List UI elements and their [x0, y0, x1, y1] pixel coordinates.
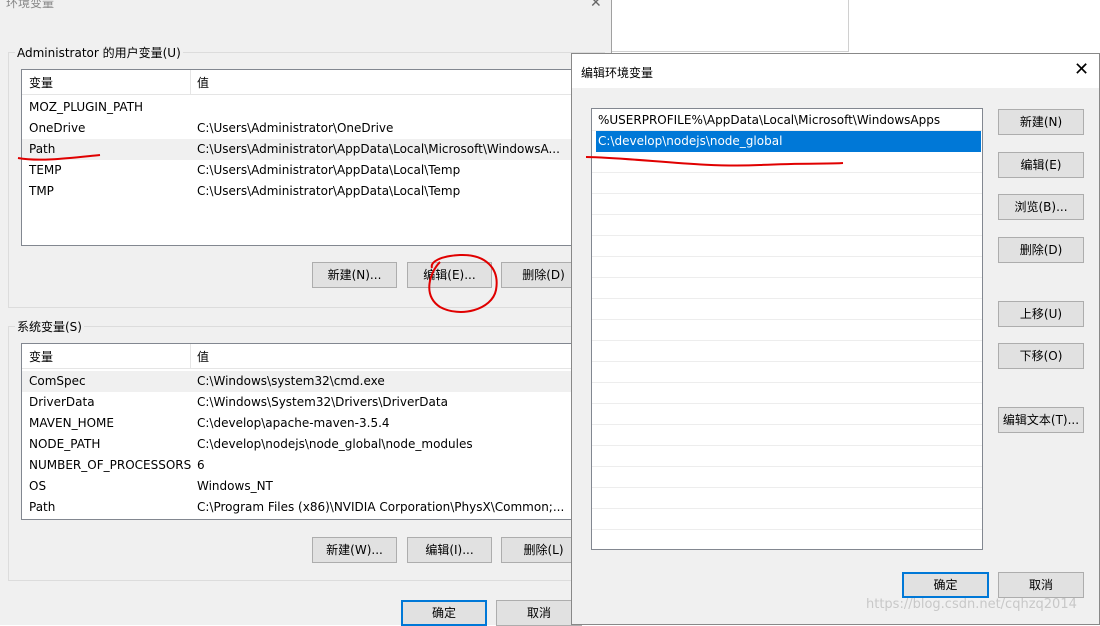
close-icon[interactable]: ✕ — [1074, 59, 1089, 80]
list-item-empty[interactable] — [592, 425, 982, 446]
cancel-button[interactable]: 取消 — [496, 600, 582, 626]
table-row[interactable]: OneDrive C:\Users\Administrator\OneDrive — [22, 118, 600, 139]
variable-name: MOZ_PLUGIN_PATH — [29, 100, 144, 114]
close-icon[interactable]: ✕ — [590, 0, 602, 11]
variable-value: C:\Windows\system32\cmd.exe — [197, 374, 385, 388]
variable-name: TMP — [29, 184, 54, 198]
dialog-title: 编辑环境变量 — [581, 66, 654, 80]
cancel-button[interactable]: 取消 — [998, 572, 1084, 598]
variable-name: MAVEN_HOME — [29, 416, 114, 430]
list-item-empty[interactable] — [592, 383, 982, 404]
new-button[interactable]: 新建(N) — [998, 109, 1084, 135]
column-header-value[interactable]: 值 — [197, 74, 209, 91]
system-new-button[interactable]: 新建(W)... — [312, 537, 397, 563]
table-row[interactable]: MOZ_PLUGIN_PATH — [22, 97, 600, 118]
column-header-variable[interactable]: 变量 — [29, 74, 53, 91]
list-item-selected[interactable]: C:\develop\nodejs\node_global — [596, 131, 981, 152]
variable-name: Path — [29, 142, 56, 156]
list-item-empty[interactable] — [592, 173, 982, 194]
variable-name: OneDrive — [29, 121, 86, 135]
table-row[interactable]: MAVEN_HOME C:\develop\apache-maven-3.5.4 — [22, 413, 600, 434]
list-item-empty[interactable] — [592, 341, 982, 362]
list-item-empty[interactable] — [592, 446, 982, 467]
table-row[interactable]: TEMP C:\Users\Administrator\AppData\Loca… — [22, 160, 600, 181]
table-row[interactable]: NUMBER_OF_PROCESSORS 6 — [22, 455, 600, 476]
variable-name: NODE_PATH — [29, 437, 101, 451]
column-divider[interactable] — [190, 344, 191, 368]
variable-name: NUMBER_OF_PROCESSORS — [29, 458, 192, 472]
delete-button[interactable]: 删除(D) — [998, 237, 1084, 263]
column-header-variable[interactable]: 变量 — [29, 348, 53, 365]
edit-text-button[interactable]: 编辑文本(T)... — [998, 407, 1084, 433]
watermark: https://blog.csdn.net/cqhzq2014 — [866, 597, 1077, 612]
list-item-empty[interactable] — [592, 194, 982, 215]
list-item-empty[interactable] — [592, 488, 982, 509]
ok-button[interactable]: 确定 — [401, 600, 487, 626]
table-row[interactable]: Path C:\Program Files (x86)\NVIDIA Corpo… — [22, 497, 600, 518]
column-header-value[interactable]: 值 — [197, 348, 209, 365]
background-divider — [848, 0, 849, 52]
column-divider[interactable] — [190, 70, 191, 94]
user-variables-list[interactable]: 变量 值 MOZ_PLUGIN_PATH OneDrive C:\Users\A… — [21, 69, 601, 246]
variable-name: TEMP — [29, 163, 62, 177]
variable-value: C:\Windows\System32\Drivers\DriverData — [197, 395, 448, 409]
list-header: 变量 值 — [22, 344, 600, 369]
system-edit-button[interactable]: 编辑(I)... — [407, 537, 492, 563]
background-divider — [612, 51, 849, 52]
list-item[interactable]: %USERPROFILE%\AppData\Local\Microsoft\Wi… — [592, 110, 982, 131]
edit-button[interactable]: 编辑(E) — [998, 152, 1084, 178]
variable-name: ComSpec — [29, 374, 86, 388]
variable-value: C:\Users\Administrator\AppData\Local\Tem… — [197, 163, 461, 177]
browse-button[interactable]: 浏览(B)... — [998, 194, 1084, 220]
dialog-titlebar[interactable]: 编辑环境变量 ✕ — [572, 54, 1099, 88]
variable-value: C:\Users\Administrator\AppData\Local\Tem… — [197, 184, 461, 198]
list-item-empty[interactable] — [592, 509, 982, 530]
table-row[interactable]: DriverData C:\Windows\System32\Drivers\D… — [22, 392, 600, 413]
user-variables-label: Administrator 的用户变量(U) — [15, 44, 183, 61]
variable-name: OS — [29, 479, 47, 493]
table-row-selected[interactable]: ComSpec C:\Windows\system32\cmd.exe — [22, 371, 600, 392]
move-up-button[interactable]: 上移(U) — [998, 301, 1084, 327]
list-item-empty[interactable] — [592, 299, 982, 320]
list-item-empty[interactable] — [592, 278, 982, 299]
list-item-empty[interactable] — [592, 236, 982, 257]
list-item-empty[interactable] — [592, 152, 982, 173]
path-entry: %USERPROFILE%\AppData\Local\Microsoft\Wi… — [598, 113, 941, 127]
table-row[interactable]: NODE_PATH C:\develop\nodejs\node_global\… — [22, 434, 600, 455]
variable-name: Path — [29, 500, 56, 514]
list-item-empty[interactable] — [592, 320, 982, 341]
variable-value: 6 — [197, 458, 205, 472]
variable-value: C:\Program Files (x86)\NVIDIA Corporatio… — [197, 500, 565, 514]
list-item-empty[interactable] — [592, 404, 982, 425]
table-row[interactable]: OS Windows_NT — [22, 476, 600, 497]
table-row-selected[interactable]: Path C:\Users\Administrator\AppData\Loca… — [22, 139, 600, 160]
system-variables-label: 系统变量(S) — [15, 318, 84, 335]
list-item-empty[interactable] — [592, 215, 982, 236]
list-item-empty[interactable] — [592, 467, 982, 488]
window-title: 环境变量 — [6, 0, 55, 10]
move-down-button[interactable]: 下移(O) — [998, 343, 1084, 369]
variable-value: C:\Users\Administrator\AppData\Local\Mic… — [197, 142, 560, 156]
table-row[interactable]: TMP C:\Users\Administrator\AppData\Local… — [22, 181, 600, 202]
list-header: 变量 值 — [22, 70, 600, 95]
system-variables-list[interactable]: 变量 值 ComSpec C:\Windows\system32\cmd.exe… — [21, 343, 601, 520]
list-item-empty[interactable] — [592, 362, 982, 383]
env-variables-window: 环境变量 ✕ Administrator 的用户变量(U) 变量 值 MOZ_P… — [0, 0, 612, 626]
ok-button[interactable]: 确定 — [902, 572, 989, 598]
path-entries-list[interactable]: %USERPROFILE%\AppData\Local\Microsoft\Wi… — [591, 108, 983, 550]
variable-value: C:\develop\apache-maven-3.5.4 — [197, 416, 390, 430]
list-item-empty[interactable] — [592, 257, 982, 278]
user-edit-button[interactable]: 编辑(E)... — [407, 262, 492, 288]
edit-env-variable-dialog: 编辑环境变量 ✕ %USERPROFILE%\AppData\Local\Mic… — [571, 53, 1100, 625]
variable-name: DriverData — [29, 395, 95, 409]
path-entry: C:\develop\nodejs\node_global — [598, 134, 783, 148]
variable-value: C:\develop\nodejs\node_global\node_modul… — [197, 437, 473, 451]
variable-value: Windows_NT — [197, 479, 273, 493]
variable-value: C:\Users\Administrator\OneDrive — [197, 121, 394, 135]
user-new-button[interactable]: 新建(N)... — [312, 262, 397, 288]
